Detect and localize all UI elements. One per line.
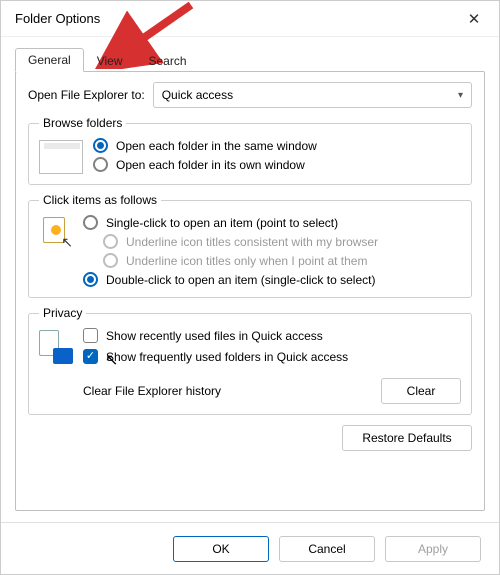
radio-own-window[interactable]: Open each folder in its own window [93, 157, 317, 172]
radio-label: Double-click to open an item (single-cli… [106, 273, 375, 287]
close-icon[interactable]: ✕ [455, 4, 493, 34]
radio-icon [103, 234, 118, 249]
radio-single-click[interactable]: Single-click to open an item (point to s… [83, 215, 378, 230]
tab-view[interactable]: View [84, 49, 136, 72]
clear-button[interactable]: Clear [381, 378, 461, 404]
click-icon: ↖ [39, 217, 73, 251]
dialog-button-bar: OK Cancel Apply [1, 522, 499, 574]
open-to-select[interactable]: Quick access ▾ [153, 82, 472, 108]
check-frequent-folders[interactable]: Show frequently used folders in Quick ac… [83, 349, 461, 364]
folder-options-dialog: Folder Options ✕ General View Search Ope… [0, 0, 500, 575]
title-bar: Folder Options ✕ [1, 1, 499, 37]
privacy-legend: Privacy [39, 306, 86, 320]
check-recent-files[interactable]: Show recently used files in Quick access [83, 328, 461, 343]
radio-label: Open each folder in its own window [116, 158, 305, 172]
tab-search[interactable]: Search [136, 49, 200, 72]
radio-same-window[interactable]: Open each folder in the same window [93, 138, 317, 153]
radio-label: Underline icon titles only when I point … [126, 254, 367, 268]
radio-icon [93, 138, 108, 153]
tab-panel-general: Open File Explorer to: Quick access ▾ Br… [15, 71, 485, 511]
ok-button[interactable]: OK [173, 536, 269, 562]
checkbox-icon [83, 328, 98, 343]
browse-folders-legend: Browse folders [39, 116, 126, 130]
radio-label: Single-click to open an item (point to s… [106, 216, 338, 230]
radio-label: Underline icon titles consistent with my… [126, 235, 378, 249]
open-to-label: Open File Explorer to: [28, 88, 145, 102]
radio-label: Open each folder in the same window [116, 139, 317, 153]
radio-underline-point: Underline icon titles only when I point … [103, 253, 378, 268]
window-title: Folder Options [15, 11, 100, 26]
privacy-group: Privacy Show recently used files in Quic… [28, 306, 472, 415]
tab-strip: General View Search [1, 37, 499, 71]
radio-icon [93, 157, 108, 172]
chevron-down-icon: ▾ [458, 90, 463, 101]
radio-icon [83, 272, 98, 287]
checkbox-icon [83, 349, 98, 364]
radio-icon [103, 253, 118, 268]
cancel-button[interactable]: Cancel [279, 536, 375, 562]
open-to-value: Quick access [162, 88, 233, 102]
restore-defaults-button[interactable]: Restore Defaults [342, 425, 472, 451]
checkbox-label: Show frequently used folders in Quick ac… [106, 350, 348, 364]
tab-general[interactable]: General [15, 48, 84, 72]
browse-folders-group: Browse folders Open each folder in the s… [28, 116, 472, 185]
radio-underline-browser: Underline icon titles consistent with my… [103, 234, 378, 249]
click-items-legend: Click items as follows [39, 193, 161, 207]
checkbox-label: Show recently used files in Quick access [106, 329, 323, 343]
radio-double-click[interactable]: Double-click to open an item (single-cli… [83, 272, 378, 287]
apply-button[interactable]: Apply [385, 536, 481, 562]
window-icon [39, 140, 83, 174]
radio-icon [83, 215, 98, 230]
click-items-group: Click items as follows ↖ Single-click to… [28, 193, 472, 298]
history-label: Clear File Explorer history [83, 384, 221, 398]
privacy-icon [39, 330, 73, 364]
